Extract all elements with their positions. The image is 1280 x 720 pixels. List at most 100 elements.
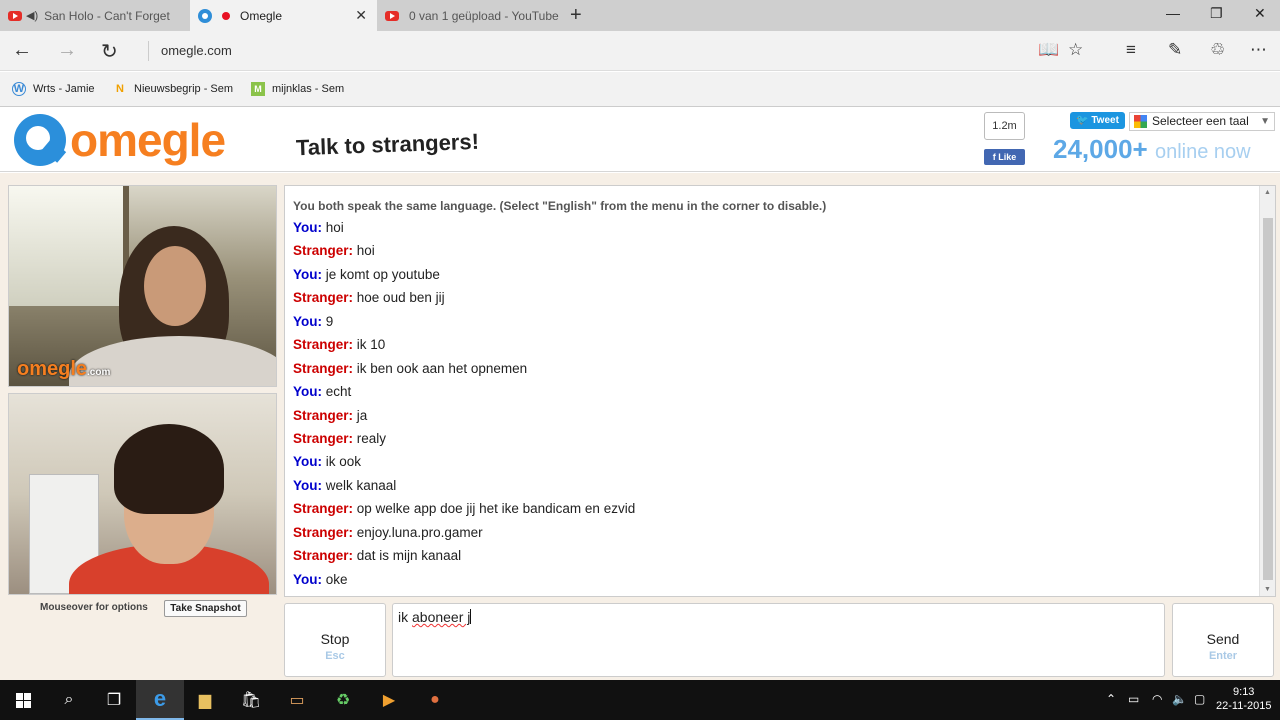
youtube-icon: [8, 10, 22, 21]
back-icon[interactable]: ←: [12, 39, 32, 62]
chat-message: You: je komt op youtube: [293, 267, 635, 290]
chat-message: Stranger: hoi: [293, 243, 635, 266]
omegle-logo-icon: [14, 114, 66, 166]
chat-scrollbar[interactable]: ▲ ▼: [1259, 186, 1275, 596]
hub-icon[interactable]: ≡: [1126, 40, 1136, 60]
close-window-icon[interactable]: ✕: [1254, 5, 1266, 22]
app-taskbar-icon[interactable]: ▭: [285, 688, 309, 712]
stranger-face: [144, 246, 206, 326]
file-explorer-icon[interactable]: ▆: [193, 688, 217, 712]
minimize-icon[interactable]: —: [1166, 5, 1180, 21]
favorite-wrts[interactable]: W Wrts - Jamie: [12, 82, 95, 96]
message-input-value: ik aboneer j: [398, 609, 472, 625]
close-tab-icon[interactable]: ✕: [355, 7, 367, 24]
sender-you-label: You:: [293, 313, 322, 329]
tab-title: San Holo - Can't Forget: [44, 8, 170, 23]
tweet-label: Tweet: [1091, 115, 1119, 126]
more-icon[interactable]: ⋯: [1250, 40, 1267, 60]
web-note-icon[interactable]: ✎: [1168, 40, 1182, 60]
tweet-button[interactable]: 🐦 Tweet: [1070, 112, 1125, 129]
nieuwsbegrip-icon: N: [116, 83, 124, 95]
restore-icon[interactable]: ❐: [1210, 5, 1223, 22]
message-text: enjoy.luna.pro.gamer: [356, 524, 483, 540]
sender-stranger-label: Stranger:: [293, 243, 354, 259]
chat-message: Stranger: hoe oud ben jij: [293, 290, 635, 313]
language-select[interactable]: Selecteer een taal ▼: [1129, 112, 1275, 131]
action-center-icon[interactable]: ▢: [1194, 692, 1205, 706]
facebook-like-button[interactable]: f Like: [984, 149, 1025, 165]
sender-stranger-label: Stranger:: [293, 360, 354, 376]
clock-date: 22-11-2015: [1216, 700, 1272, 712]
sender-stranger-label: Stranger:: [293, 430, 354, 446]
task-view-icon[interactable]: ❐: [102, 688, 126, 712]
favorite-label: mijnklas - Sem: [272, 83, 345, 95]
message-text: ik ook: [325, 454, 362, 470]
tab-title: Omegle: [240, 8, 283, 23]
stranger-video[interactable]: omegle.com: [8, 185, 277, 387]
self-video[interactable]: [8, 393, 277, 595]
start-button[interactable]: [11, 688, 35, 712]
tab-omegle[interactable]: Omegle ✕: [190, 0, 377, 31]
store-icon[interactable]: 🛍: [239, 688, 263, 712]
message-text: op welke app doe jij het ike bandicam en…: [356, 501, 636, 517]
tab-youtube-upload[interactable]: 0 van 1 geüpload - YouTube: [377, 0, 563, 31]
refresh-icon[interactable]: ↻: [101, 39, 118, 64]
online-count: 24,000+ online now: [1053, 134, 1251, 165]
recycle-app-icon[interactable]: ♻: [331, 688, 355, 712]
chat-message: You: hoi: [293, 220, 635, 243]
video-app-icon[interactable]: ▶: [377, 688, 401, 712]
edge-taskbar-icon[interactable]: e: [136, 680, 184, 720]
online-count-label: online now: [1154, 141, 1251, 163]
favorite-nieuwsbegrip[interactable]: N Nieuwsbegrip - Sem: [113, 82, 233, 96]
sender-stranger-label: Stranger:: [293, 337, 354, 353]
sender-stranger-label: Stranger:: [293, 524, 354, 540]
taskbar: ⌕ ❐ e ▆ 🛍 ▭ ♻ ▶ ● ⌃ ▭ ◠ 🔈 ▢ 9:13 22-11-2…: [0, 680, 1280, 720]
message-text: ja: [356, 407, 368, 423]
chat-message: Stranger: ja: [293, 408, 635, 431]
message-text: 9: [325, 313, 334, 329]
sender-you-label: You:: [293, 220, 322, 235]
status-message: You both speak the same language. (Selec…: [293, 199, 827, 213]
scroll-down-icon[interactable]: ▼: [1264, 586, 1271, 593]
message-text: welk kanaal: [325, 477, 397, 493]
reading-view-icon[interactable]: 📖: [1038, 40, 1059, 60]
stop-label: Stop: [320, 631, 350, 647]
scroll-up-icon[interactable]: ▲: [1264, 189, 1271, 196]
new-tab-button[interactable]: +: [570, 4, 582, 27]
scrollbar-thumb[interactable]: [1263, 218, 1273, 580]
system-clock[interactable]: 9:13 22-11-2015: [1216, 685, 1271, 713]
battery-icon[interactable]: ▭: [1128, 692, 1139, 706]
message-text: je komt op youtube: [325, 266, 440, 282]
sender-you-label: You:: [293, 477, 322, 493]
search-icon[interactable]: ⌕: [57, 688, 81, 712]
send-label: Send: [1206, 631, 1240, 647]
tab-youtube-san-holo[interactable]: ◀) San Holo - Can't Forget: [0, 0, 190, 31]
language-select-value: Selecteer een taal: [1152, 114, 1249, 128]
tab-strip: ◀) San Holo - Can't Forget Omegle ✕ 0 va…: [0, 0, 1280, 31]
bandicam-icon[interactable]: ●: [423, 688, 447, 712]
favorite-star-icon[interactable]: ☆: [1068, 40, 1083, 60]
twitter-icon: 🐦: [1076, 115, 1092, 126]
chat-log[interactable]: You both speak the same language. (Selec…: [284, 185, 1276, 597]
wifi-icon[interactable]: ◠: [1152, 692, 1162, 706]
chat-message: Stranger: realy: [293, 431, 635, 454]
send-button[interactable]: Send Enter: [1172, 603, 1274, 677]
watermark-text: omegle: [17, 358, 88, 380]
stop-button[interactable]: Stop Esc: [284, 603, 386, 677]
sender-stranger-label: Stranger:: [293, 407, 354, 423]
take-snapshot-button[interactable]: Take Snapshot: [164, 600, 247, 617]
show-hidden-icons[interactable]: ⌃: [1106, 692, 1116, 706]
omegle-logo[interactable]: omegle: [14, 114, 226, 166]
recording-dot-icon: [222, 11, 230, 20]
message-input[interactable]: ik aboneer j: [392, 603, 1165, 677]
video-window-background: [9, 186, 129, 306]
message-text: oke: [325, 571, 348, 587]
dropdown-arrow-icon: ▼: [1260, 116, 1270, 127]
send-shortcut: Enter: [1208, 650, 1238, 662]
favorite-mijnklas[interactable]: M mijnklas - Sem: [251, 82, 344, 96]
share-icon[interactable]: ♲: [1210, 40, 1225, 60]
address-bar[interactable]: omegle.com: [161, 43, 232, 58]
volume-icon[interactable]: 🔈: [1172, 692, 1187, 706]
youtube-icon: [385, 10, 399, 21]
forward-icon[interactable]: →: [57, 39, 77, 62]
